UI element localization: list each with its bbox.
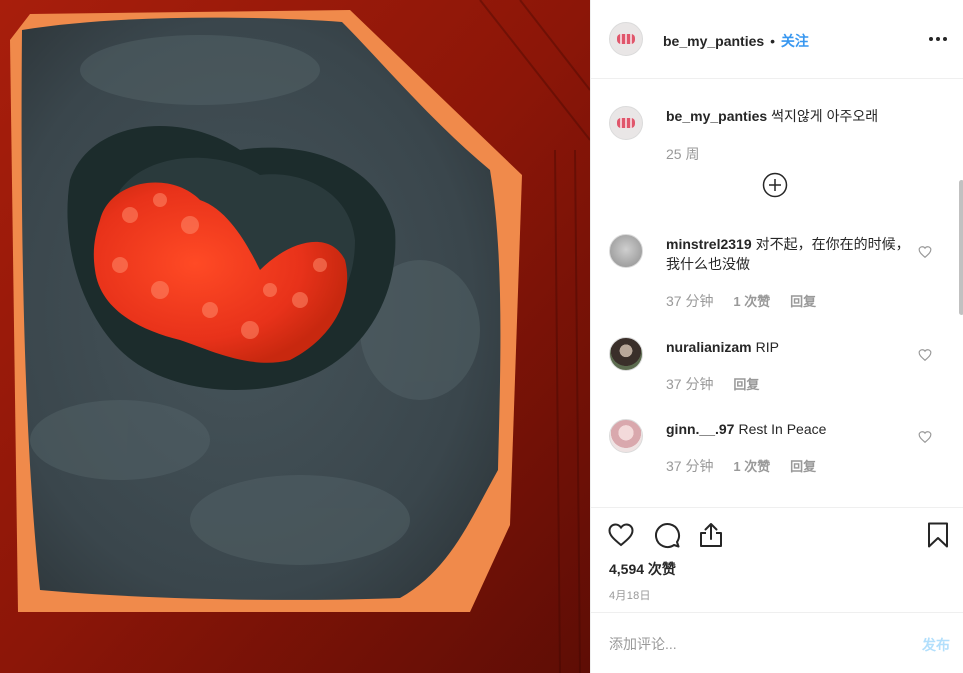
commenter-avatar[interactable] xyxy=(609,419,643,453)
commenter-avatar[interactable] xyxy=(609,337,643,371)
post-header: be_my_panties • 关注 xyxy=(591,0,963,79)
comment-username[interactable]: ginn.__.97 xyxy=(666,421,734,437)
comments-list[interactable]: be_my_panties 썩지않게 아주오래 25 周 minstrel2319… xyxy=(591,80,963,507)
comment-likes-count[interactable]: 1 次赞 xyxy=(733,294,770,309)
post-photo[interactable] xyxy=(0,0,590,673)
caption-text-line: be_my_panties 썩지않게 아주오래 xyxy=(666,106,911,126)
comment-input[interactable] xyxy=(607,628,901,660)
author-username[interactable]: be_my_panties xyxy=(663,33,764,49)
comment-like-heart-icon[interactable] xyxy=(918,245,932,259)
comment-reply-button[interactable]: 回复 xyxy=(733,377,759,392)
caption-meta: 25 周 xyxy=(666,144,715,164)
comment-text-line: minstrel2319 对不起，在你在的时候，我什么也没做 xyxy=(666,234,911,274)
caption-text: 썩지않게 아주오래 xyxy=(771,108,879,124)
comment-like-heart-icon[interactable] xyxy=(918,348,932,362)
load-more-comments-icon[interactable] xyxy=(762,172,788,198)
caption-username[interactable]: be_my_panties xyxy=(666,108,767,124)
comment-text: RIP xyxy=(755,339,779,355)
comment-meta: 37 分钟 回复 xyxy=(666,374,775,394)
likes-count[interactable]: 4,594 次赞 xyxy=(609,559,676,579)
comment-time[interactable]: 37 分钟 xyxy=(666,293,713,309)
comment-username[interactable]: nuralianizam xyxy=(666,339,752,355)
post-actions: 4,594 次赞 4月18日 xyxy=(591,507,963,612)
caption-time[interactable]: 25 周 xyxy=(666,146,699,162)
add-comment-bar: 发布 xyxy=(591,612,963,673)
heart-icon[interactable] xyxy=(607,521,635,549)
comment-icon[interactable] xyxy=(653,521,681,549)
comment-text-line: ginn.__.97 Rest In Peace xyxy=(666,419,911,439)
comment-time[interactable]: 37 分钟 xyxy=(666,376,713,392)
comments-scrollbar[interactable] xyxy=(959,180,963,315)
more-horizontal-icon[interactable] xyxy=(926,27,950,51)
header-user-line: be_my_panties • 关注 xyxy=(663,31,809,51)
comment-text: Rest In Peace xyxy=(738,421,827,437)
painting-image xyxy=(0,0,590,673)
post-comment-button[interactable]: 发布 xyxy=(922,635,950,655)
follow-button[interactable]: 关注 xyxy=(781,33,809,49)
author-avatar[interactable] xyxy=(609,22,643,56)
separator-dot: • xyxy=(770,33,775,49)
comment-likes-count[interactable]: 1 次赞 xyxy=(733,459,770,474)
share-icon[interactable] xyxy=(697,521,725,549)
post-date[interactable]: 4月18日 xyxy=(609,587,651,603)
comment-reply-button[interactable]: 回复 xyxy=(790,459,816,474)
comment-meta: 37 分钟 1 次赞 回复 xyxy=(666,456,832,476)
comment-meta: 37 分钟 1 次赞 回复 xyxy=(666,291,832,311)
comment-text-line: nuralianizam RIP xyxy=(666,337,911,357)
caption-avatar[interactable] xyxy=(609,106,643,140)
comment-username[interactable]: minstrel2319 xyxy=(666,236,752,252)
commenter-avatar[interactable] xyxy=(609,234,643,268)
bookmark-icon[interactable] xyxy=(924,521,952,549)
comment-reply-button[interactable]: 回复 xyxy=(790,294,816,309)
comment-like-heart-icon[interactable] xyxy=(918,430,932,444)
comment-time[interactable]: 37 分钟 xyxy=(666,458,713,474)
post-side-panel: be_my_panties • 关注 be_my_panties 썩지않게 아주오… xyxy=(590,0,963,673)
